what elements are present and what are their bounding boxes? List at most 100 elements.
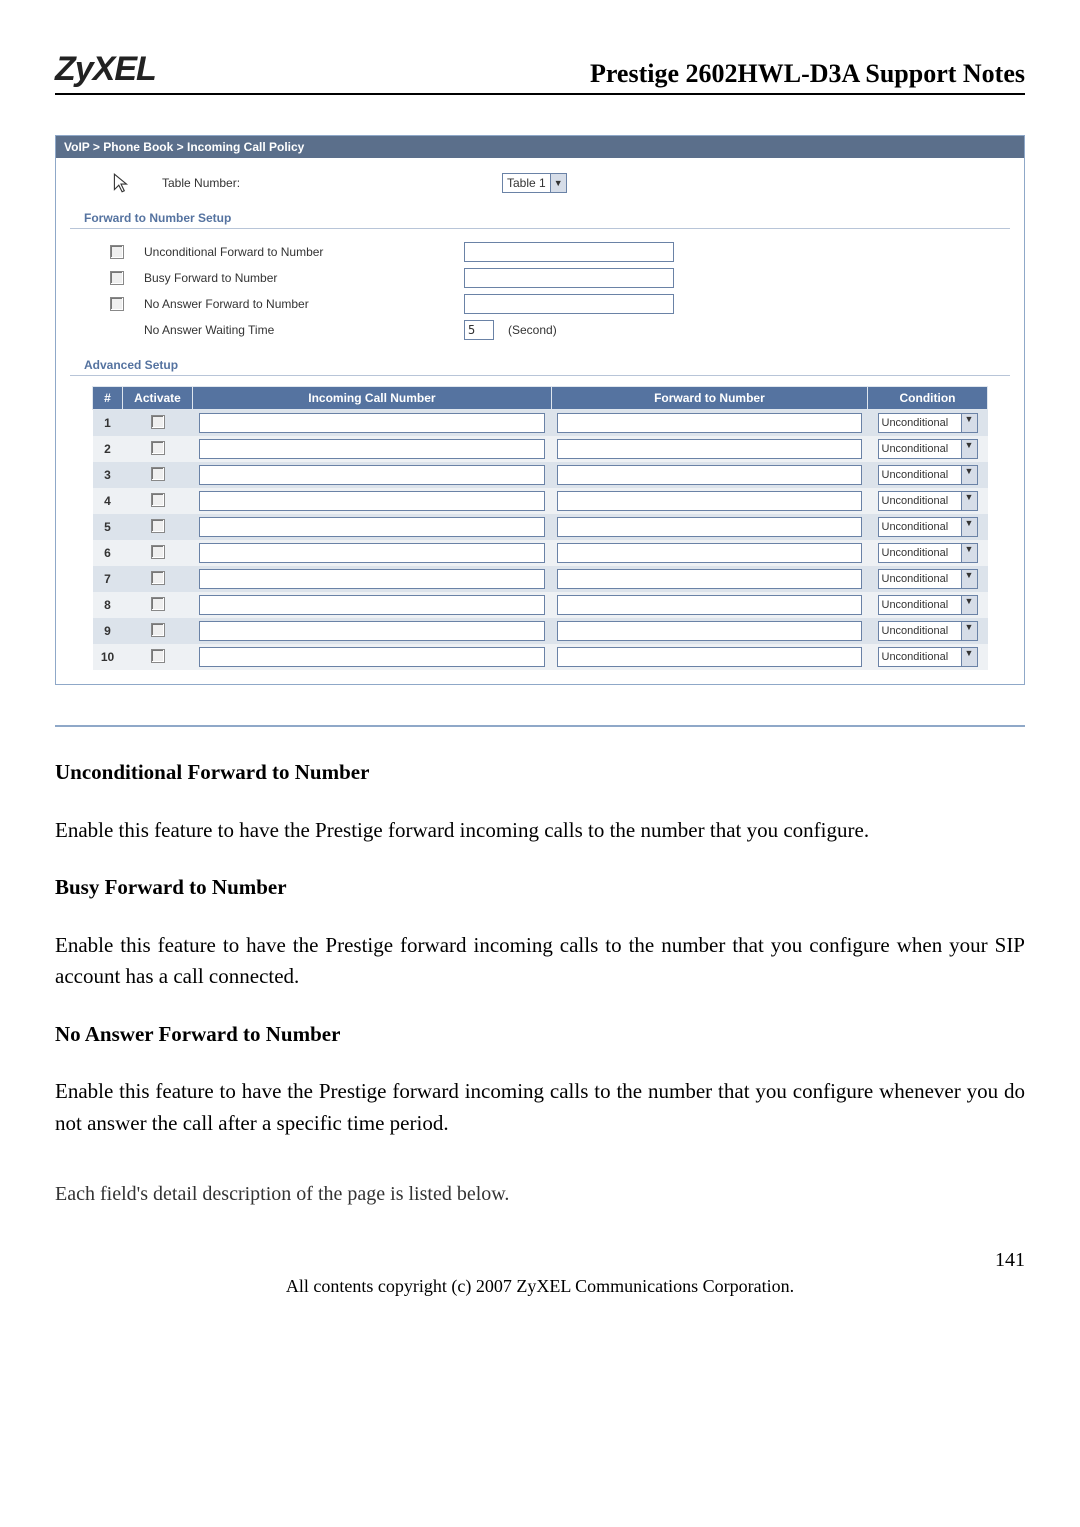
- noanswer-checkbox[interactable]: [110, 297, 124, 311]
- desc-heading-noanswer: No Answer Forward to Number: [55, 1019, 1025, 1051]
- forward-number-input[interactable]: [557, 569, 861, 589]
- condition-select[interactable]: Unconditional▼: [878, 465, 978, 485]
- activate-checkbox[interactable]: [151, 415, 165, 429]
- condition-value: Unconditional: [882, 573, 949, 585]
- breadcrumb-sep: >: [93, 140, 100, 154]
- incoming-number-input[interactable]: [199, 647, 546, 667]
- activate-checkbox[interactable]: [151, 571, 165, 585]
- table-number-label: Table Number:: [162, 176, 472, 190]
- condition-select[interactable]: Unconditional▼: [878, 491, 978, 511]
- incoming-number-input[interactable]: [199, 491, 546, 511]
- condition-select[interactable]: Unconditional ▼: [878, 569, 978, 589]
- desc-text-busy: Enable this feature to have the Prestige…: [55, 930, 1025, 993]
- advanced-table: # Activate Incoming Call Number Forward …: [92, 386, 988, 670]
- busy-checkbox[interactable]: [110, 271, 124, 285]
- forward-number-input[interactable]: [557, 413, 861, 433]
- incoming-number-input[interactable]: [199, 413, 546, 433]
- chevron-down-icon: ▼: [961, 544, 977, 562]
- condition-select[interactable]: Unconditional▼: [878, 595, 978, 615]
- incoming-number-input[interactable]: [199, 543, 546, 563]
- desc-outro: Each field's detail description of the p…: [55, 1179, 1025, 1209]
- document-header: ZyXEL Prestige 2602HWL-D3A Support Notes: [55, 50, 1025, 95]
- incoming-number-input[interactable]: [199, 439, 546, 459]
- chevron-down-icon: ▼: [961, 518, 977, 536]
- chevron-down-icon: ▼: [961, 570, 977, 588]
- table-row: 4 Unconditional▼: [93, 488, 988, 514]
- condition-select[interactable]: Unconditional▼: [878, 621, 978, 641]
- incoming-number-input[interactable]: [199, 569, 546, 589]
- chevron-down-icon: ▼: [961, 440, 977, 458]
- incoming-number-input[interactable]: [199, 517, 546, 537]
- busy-label: Busy Forward to Number: [144, 271, 464, 285]
- incoming-number-input[interactable]: [199, 621, 546, 641]
- condition-value: Unconditional: [882, 443, 949, 455]
- copyright: All contents copyright (c) 2007 ZyXEL Co…: [55, 1276, 1025, 1297]
- table-row: 2 Unconditional ▼: [93, 436, 988, 462]
- condition-value: Unconditional: [882, 469, 949, 481]
- desc-heading-unconditional: Unconditional Forward to Number: [55, 757, 1025, 789]
- forward-number-input[interactable]: [557, 621, 861, 641]
- activate-checkbox[interactable]: [151, 597, 165, 611]
- row-index: 7: [93, 566, 123, 592]
- condition-select[interactable]: Unconditional ▼: [878, 517, 978, 537]
- description-section: Unconditional Forward to Number Enable t…: [55, 757, 1025, 1209]
- activate-checkbox[interactable]: [151, 649, 165, 663]
- activate-checkbox[interactable]: [151, 467, 165, 481]
- breadcrumb-sep: >: [177, 140, 184, 154]
- activate-checkbox[interactable]: [151, 519, 165, 533]
- brand-logo: ZyXEL: [55, 50, 156, 89]
- condition-select[interactable]: Unconditional▼: [878, 647, 978, 667]
- document-title: Prestige 2602HWL-D3A Support Notes: [590, 59, 1025, 89]
- condition-select[interactable]: Unconditional▼: [878, 543, 978, 563]
- wait-time-input[interactable]: 5: [464, 320, 494, 340]
- table-row: 9Unconditional▼: [93, 618, 988, 644]
- table-row: 3Unconditional▼: [93, 462, 988, 488]
- row-index: 1: [93, 410, 123, 437]
- unconditional-input[interactable]: [464, 242, 674, 262]
- row-index: 8: [93, 592, 123, 618]
- busy-input[interactable]: [464, 268, 674, 288]
- col-incoming: Incoming Call Number: [193, 387, 552, 410]
- table-number-select[interactable]: Table 1 ▼: [502, 173, 567, 193]
- forward-number-input[interactable]: [557, 491, 861, 511]
- condition-value: Unconditional: [882, 417, 949, 429]
- chevron-down-icon: ▼: [961, 414, 977, 432]
- activate-checkbox[interactable]: [151, 493, 165, 507]
- table-row: 5Unconditional▼: [93, 514, 988, 540]
- forward-number-input[interactable]: [557, 465, 861, 485]
- unconditional-checkbox[interactable]: [110, 245, 124, 259]
- row-index: 10: [93, 644, 123, 670]
- condition-select[interactable]: Unconditional ▼: [878, 413, 978, 433]
- noanswer-input[interactable]: [464, 294, 674, 314]
- row-index: 2: [93, 436, 123, 462]
- incoming-number-input[interactable]: [199, 465, 546, 485]
- forward-number-input[interactable]: [557, 647, 861, 667]
- activate-checkbox[interactable]: [151, 623, 165, 637]
- col-forward: Forward to Number: [551, 387, 867, 410]
- activate-checkbox[interactable]: [151, 441, 165, 455]
- condition-value: Unconditional: [882, 521, 949, 533]
- wait-time-unit: (Second): [508, 323, 557, 337]
- desc-text-unconditional: Enable this feature to have the Prestige…: [55, 815, 1025, 847]
- breadcrumb-voip: VoIP: [64, 140, 90, 154]
- forward-number-input[interactable]: [557, 439, 861, 459]
- activate-checkbox[interactable]: [151, 545, 165, 559]
- forward-number-input[interactable]: [557, 543, 861, 563]
- table-row: 7 Unconditional ▼: [93, 566, 988, 592]
- row-index: 4: [93, 488, 123, 514]
- config-screenshot: VoIP > Phone Book > Incoming Call Policy…: [55, 135, 1025, 685]
- table-number-value: Table 1: [507, 174, 546, 192]
- forward-number-input[interactable]: [557, 595, 861, 615]
- table-row: 1 Unconditional ▼: [93, 410, 988, 437]
- chevron-down-icon: ▼: [961, 622, 977, 640]
- table-row: 10 Unconditional▼: [93, 644, 988, 670]
- page-number: 141: [55, 1249, 1025, 1272]
- condition-value: Unconditional: [882, 599, 949, 611]
- forward-number-input[interactable]: [557, 517, 861, 537]
- chevron-down-icon: ▼: [961, 492, 977, 510]
- col-hash: #: [93, 387, 123, 410]
- divider: [55, 725, 1025, 727]
- breadcrumb-phonebook: Phone Book: [103, 140, 173, 154]
- incoming-number-input[interactable]: [199, 595, 546, 615]
- condition-select[interactable]: Unconditional ▼: [878, 439, 978, 459]
